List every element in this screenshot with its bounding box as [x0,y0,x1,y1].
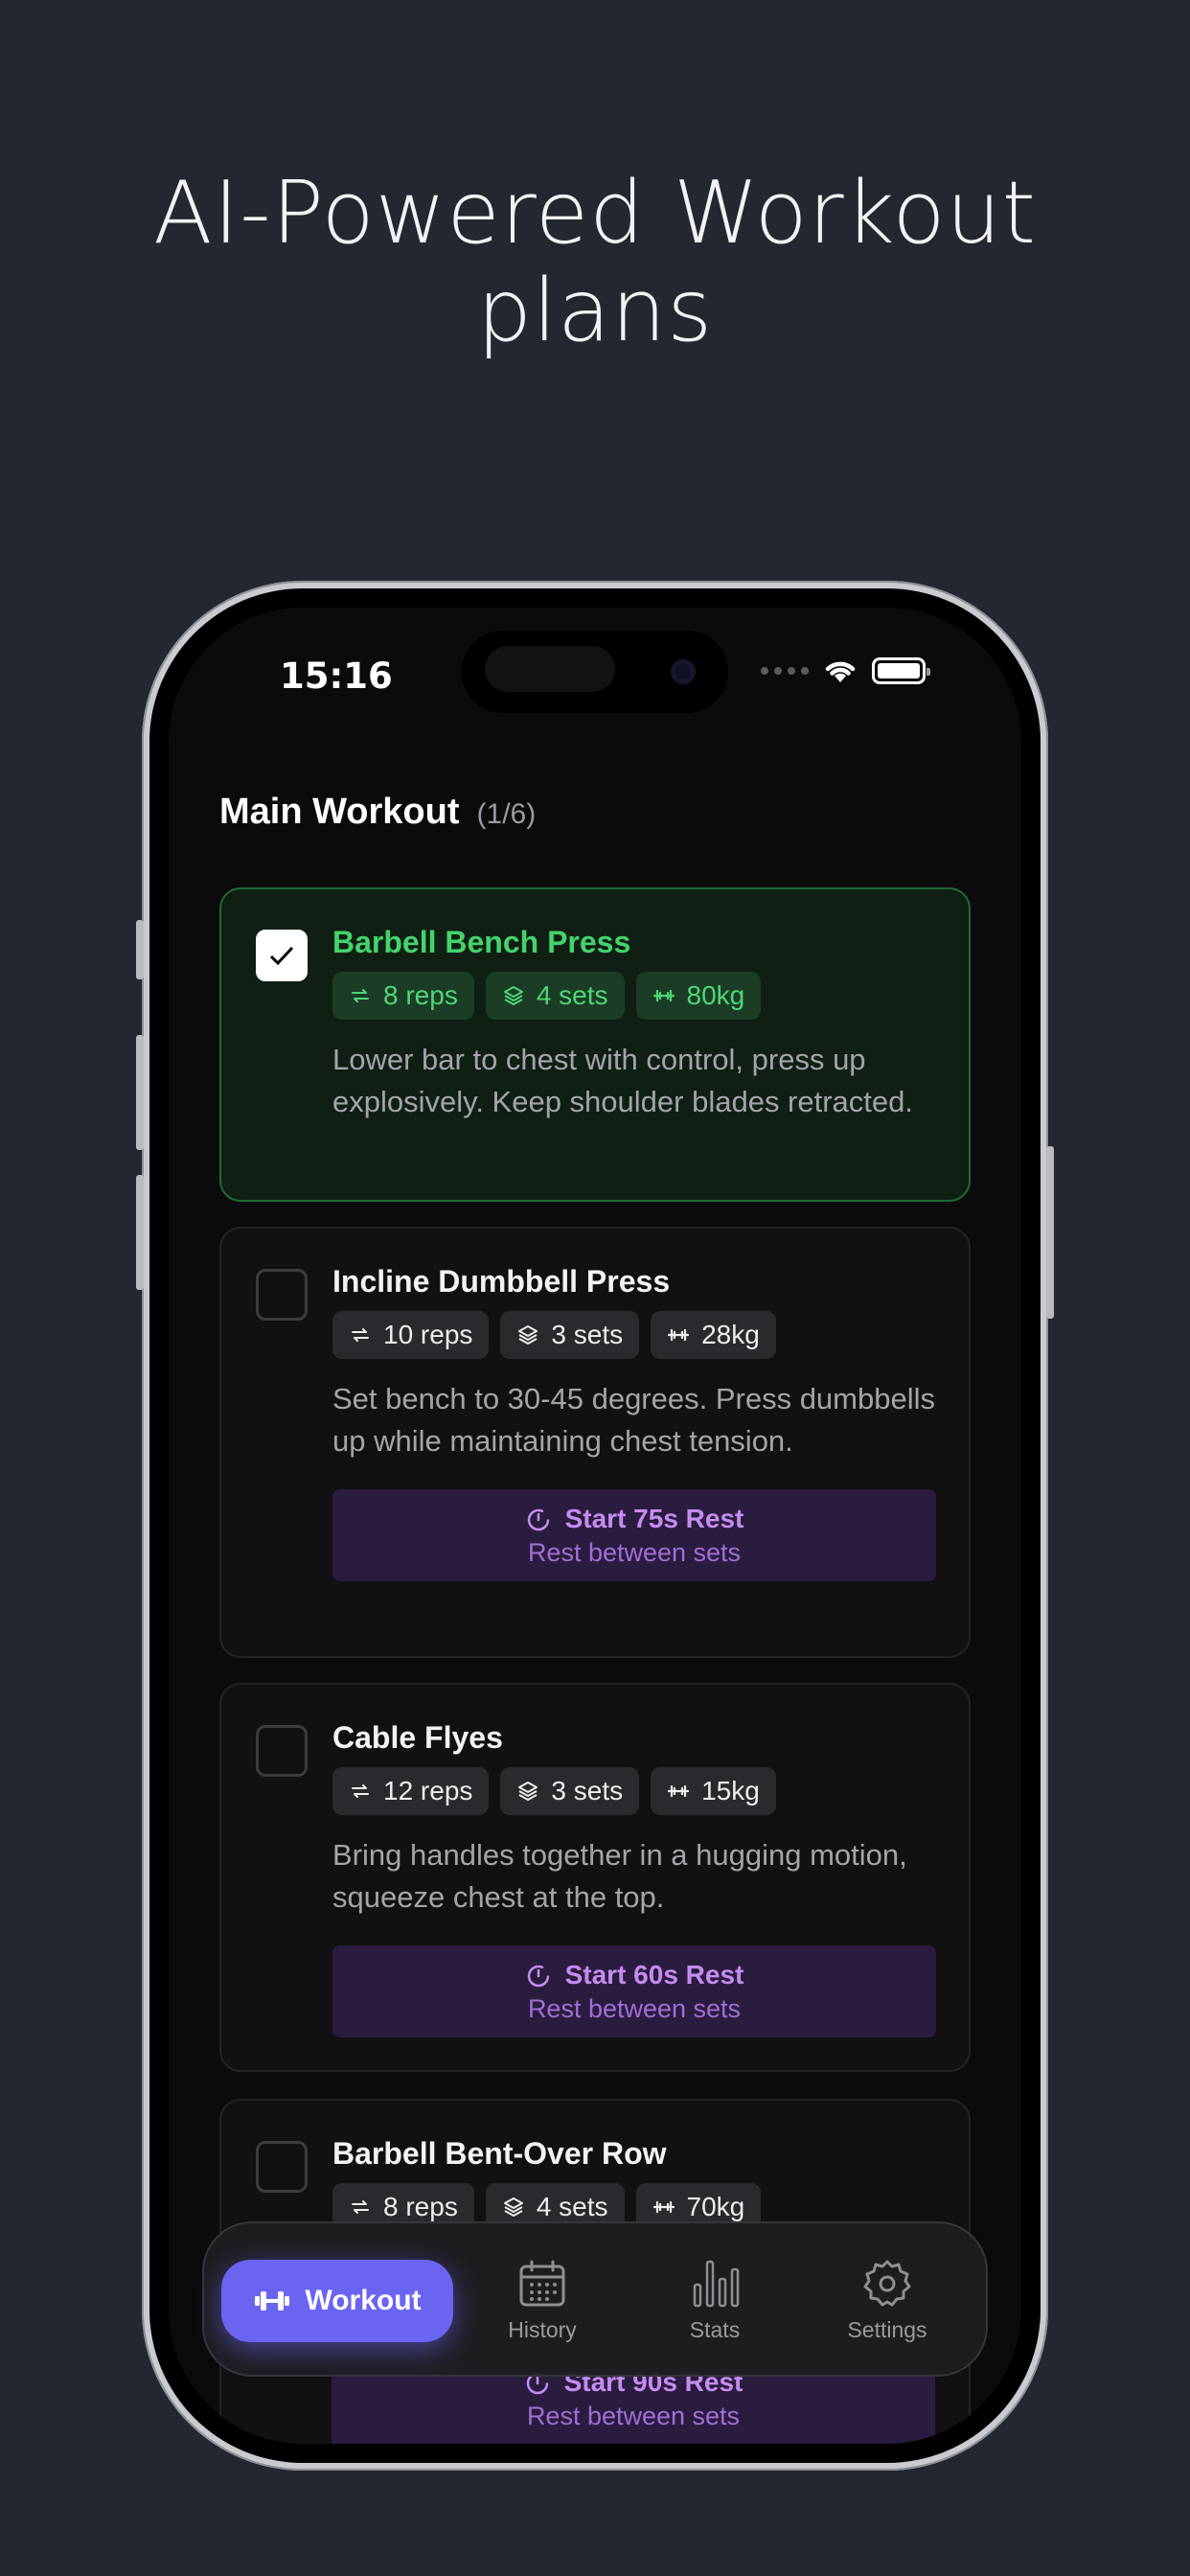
headline-line-1: AI-Powered Workout [153,163,1037,264]
status-time: 15:16 [280,656,393,697]
promo-headline: AI-Powered Workout plans [0,165,1190,360]
timer-icon [527,1508,549,1530]
app-screen: 15:16 Main Workout (1/6) Barbell Bench P… [169,608,1021,2444]
tab-stats-label: Stats [689,2317,741,2342]
repeat-icon [352,989,369,1002]
dumbbell-icon [652,2200,675,2214]
sets-chip: 3 sets [500,1311,640,1359]
dumbbell-icon [255,2291,290,2311]
status-icons [761,657,930,684]
exercise-card[interactable]: Barbell Bench Press 8 reps 4 sets 80kg L… [219,887,971,1202]
exercise-checkbox[interactable] [256,1269,308,1321]
layers-icon [518,1782,538,1801]
phone-volume-down [136,1175,144,1290]
dynamic-island [462,631,728,713]
bar-chart-icon [693,2260,740,2308]
section-progress-count: (1/6) [476,798,537,830]
battery-icon [872,657,930,684]
layers-icon [503,2197,523,2217]
repeat-icon [352,2200,369,2214]
tab-history[interactable]: History [470,2258,614,2343]
sets-value: 4 sets [536,980,608,1010]
reps-chip: 12 reps [332,1767,490,1815]
tab-settings[interactable]: Settings [815,2258,959,2343]
start-rest-button[interactable]: Start 75s Rest Rest between sets [332,1489,936,1581]
phone-power-button [1046,1146,1054,1319]
timer-icon [527,1965,549,1987]
exercise-name: Incline Dumbbell Press [332,1264,671,1299]
exercise-card[interactable]: Cable Flyes 12 reps 3 sets 15kg Bring ha… [219,1683,971,2072]
camera-icon [671,659,696,684]
exercise-checkbox[interactable] [256,1725,308,1777]
rest-button-sublabel: Rest between sets [527,1993,742,2023]
calendar-icon [519,2260,565,2307]
checkmark-icon [269,946,294,966]
reps-chip: 10 reps [332,1311,490,1359]
bottom-tab-bar: Workout History Stats Settings [202,2221,988,2377]
exercise-description: Set bench to 30-45 degrees. Press dumbbe… [332,1382,935,1458]
reps-value: 12 reps [383,1776,473,1806]
dumbbell-icon [668,1328,690,1342]
weight-value: 80kg [686,980,745,1010]
exercise-description: Bring handles together in a hugging moti… [332,1838,907,1914]
rest-button-label: Start 75s Rest [564,1503,744,1533]
exercise-name: Cable Flyes [332,1720,503,1755]
weight-value: 15kg [701,1776,760,1806]
repeat-icon [352,1328,369,1342]
sets-value: 3 sets [551,1776,624,1806]
reps-value: 8 reps [383,980,458,1010]
weight-chip: 80kg [635,972,762,1020]
signal-icon [761,667,809,675]
tab-stats[interactable]: Stats [643,2258,787,2343]
phone-action-button [136,920,144,979]
weight-chip: 28kg [651,1311,776,1359]
sets-chip: 4 sets [485,972,625,1020]
headline-line-2: plans [476,261,714,361]
reps-value: 10 reps [383,1320,473,1349]
exercise-name: Barbell Bent-Over Row [332,2136,667,2171]
tab-settings-label: Settings [847,2317,927,2342]
exercise-description: Lower bar to chest with control, press u… [332,1043,913,1118]
dumbbell-icon [668,1784,690,1798]
tab-history-label: History [508,2317,577,2342]
section-header: Main Workout (1/6) [219,792,536,833]
layers-icon [518,1325,538,1345]
start-rest-button[interactable]: Start 60s Rest Rest between sets [332,1945,936,2037]
exercise-checkbox[interactable] [256,930,308,981]
phone-volume-up [136,1035,144,1150]
exercise-checkbox[interactable] [256,2141,308,2193]
exercise-name: Barbell Bench Press [332,925,631,959]
tab-workout[interactable]: Workout [221,2260,453,2342]
weight-value: 28kg [701,1320,760,1349]
gear-icon [863,2260,911,2307]
wifi-icon [825,661,856,682]
rest-button-label: Start 60s Rest [564,1959,744,1990]
section-title: Main Workout [219,792,460,832]
tab-workout-label: Workout [305,2285,422,2316]
sets-chip: 3 sets [500,1767,640,1815]
reps-value: 8 reps [383,2192,458,2221]
reps-chip: 8 reps [332,972,474,1020]
layers-icon [503,986,523,1005]
exercise-card[interactable]: Incline Dumbbell Press 10 reps 3 sets 28… [219,1227,971,1658]
repeat-icon [352,1784,369,1798]
weight-chip: 15kg [651,1767,776,1815]
dumbbell-icon [652,989,675,1002]
rest-button-sublabel: Rest between sets [526,2402,741,2430]
weight-value: 70kg [686,2192,745,2221]
rest-button-sublabel: Rest between sets [527,1537,742,1567]
sets-value: 4 sets [536,2192,608,2221]
sets-value: 3 sets [551,1320,624,1349]
